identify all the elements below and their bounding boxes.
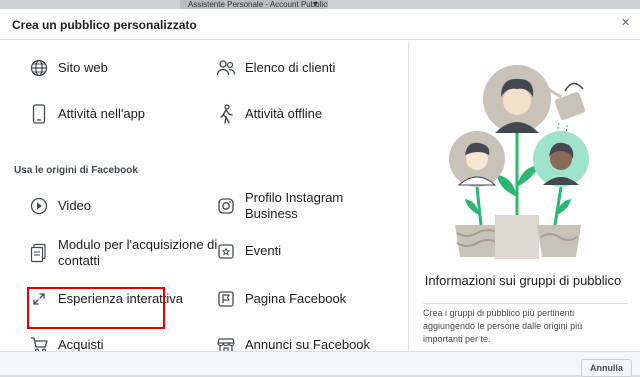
highlight-box: [27, 287, 165, 329]
shopping-cart-icon: [28, 334, 50, 351]
storefront-icon: [215, 334, 237, 351]
browser-tab[interactable]: Assistente Personale - Account Pubblicit…: [180, 0, 328, 9]
form-icon: [28, 242, 50, 264]
source-label: Attività nell'app: [58, 106, 146, 121]
source-instagram-business[interactable]: Profilo Instagram Business: [215, 190, 365, 222]
play-icon: [28, 195, 50, 217]
info-title: Informazioni sui gruppi di pubblico: [424, 273, 622, 288]
source-label: Elenco di clienti: [245, 60, 336, 75]
audience-illustration: [449, 47, 599, 262]
close-icon[interactable]: ×: [621, 14, 630, 31]
source-label: Pagina Facebook: [245, 291, 347, 306]
source-facebook-page[interactable]: Pagina Facebook: [215, 288, 346, 310]
people-icon: [215, 57, 237, 79]
custom-audience-dialog: Crea un pubblico personalizzato × Sito w…: [0, 9, 640, 377]
source-label: Profilo Instagram Business: [245, 190, 344, 221]
source-label: Eventi: [245, 243, 282, 258]
source-offline-activity[interactable]: Attività offline: [215, 103, 322, 125]
source-website[interactable]: Sito web: [28, 57, 108, 79]
globe-icon: [28, 57, 50, 79]
source-video[interactable]: Video: [28, 195, 91, 217]
dialog-footer: Annulla: [0, 351, 640, 377]
mobile-icon: [28, 103, 50, 125]
watering-can-icon: [544, 82, 586, 138]
instagram-icon: [215, 195, 237, 217]
source-label: Sito web: [58, 60, 108, 75]
source-label: Modulo per l'acquisizione di contatti: [58, 237, 218, 268]
source-events[interactable]: Eventi: [215, 240, 281, 262]
source-app-activity[interactable]: Attività nell'app: [28, 103, 145, 125]
info-divider: [423, 303, 628, 304]
info-panel: Informazioni sui gruppi di pubblico Crea…: [409, 41, 640, 351]
flag-icon: [215, 288, 237, 310]
facebook-sources-heading: Usa le origini di Facebook: [14, 165, 138, 176]
browser-tab-bar: Assistente Personale - Account Pubblicit…: [0, 0, 640, 9]
dialog-title: Crea un pubblico personalizzato: [12, 18, 197, 32]
event-star-icon: [215, 240, 237, 262]
source-facebook-listings[interactable]: Annunci su Facebook: [215, 334, 370, 351]
cancel-button[interactable]: Annulla: [581, 359, 632, 377]
source-label: Attività offline: [245, 106, 323, 121]
tab-dropdown-icon[interactable]: ▼: [312, 1, 319, 8]
source-lead-form[interactable]: Modulo per l'acquisizione di contatti: [28, 237, 218, 269]
info-description: Crea i gruppi di pubblico più pertinenti…: [423, 308, 583, 344]
source-customer-list[interactable]: Elenco di clienti: [215, 57, 335, 79]
source-label: Video: [58, 198, 92, 213]
dialog-header: Crea un pubblico personalizzato ×: [0, 9, 640, 40]
source-label: Annunci su Facebook: [245, 337, 371, 351]
walking-person-icon: [215, 103, 237, 125]
source-shopping[interactable]: Acquisti: [28, 334, 104, 351]
source-label: Acquisti: [58, 337, 104, 351]
